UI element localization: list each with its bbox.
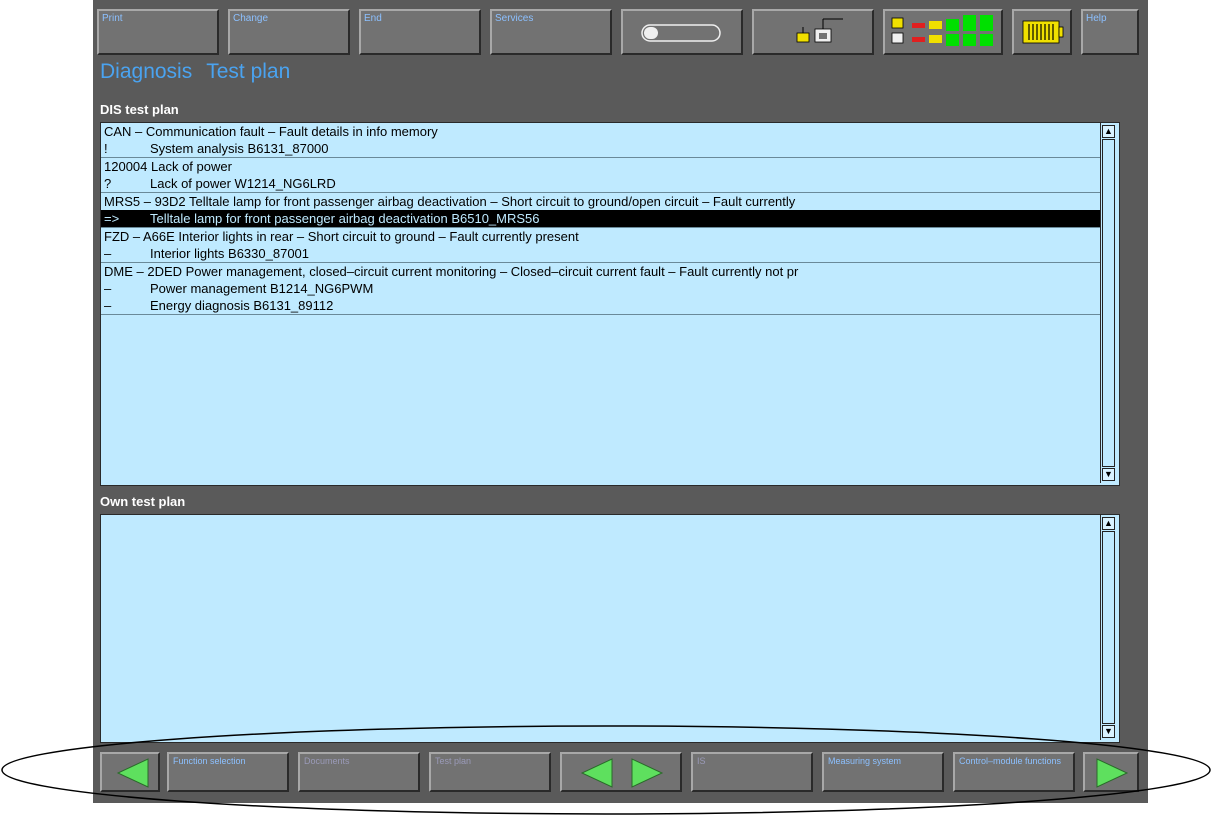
arrow-right-icon bbox=[1096, 758, 1129, 788]
end-button[interactable]: End bbox=[359, 9, 481, 55]
dis-test-plan-label: DIS test plan bbox=[100, 102, 179, 117]
scroll-thumb[interactable] bbox=[1102, 531, 1115, 724]
breadcrumb-page: Test plan bbox=[206, 60, 291, 83]
row-text: 120004 Lack of power bbox=[104, 159, 232, 174]
battery-status-indicator bbox=[621, 9, 743, 55]
own-test-plan-label: Own test plan bbox=[100, 494, 186, 509]
signal-status-indicator bbox=[883, 9, 1003, 55]
fault-group: CAN – Communication fault – Fault detail… bbox=[101, 123, 1101, 158]
fault-description[interactable]: FZD – A66E Interior lights in rear – Sho… bbox=[101, 228, 1101, 245]
test-module-row[interactable]: => Telltale lamp for front passenger airb… bbox=[101, 210, 1101, 227]
status-marker: – bbox=[104, 281, 112, 296]
row-text: Lack of power W1214_NG6LRD bbox=[150, 176, 336, 191]
test-module-row[interactable]: – Interior lights B6330_87001 bbox=[101, 245, 1101, 262]
fault-description[interactable]: DME – 2DED Power management, closed–circ… bbox=[101, 263, 1101, 280]
test-module-row[interactable]: – Power management B1214_NG6PWM bbox=[101, 280, 1101, 297]
fault-group: MRS5 – 93D2 Telltale lamp for front pass… bbox=[101, 193, 1101, 228]
status-marker: ? bbox=[104, 176, 112, 191]
fault-description[interactable]: 120004 Lack of power bbox=[101, 158, 1101, 175]
fault-group: FZD – A66E Interior lights in rear – Sho… bbox=[101, 228, 1101, 263]
row-text: DME – 2DED Power management, closed–circ… bbox=[104, 264, 799, 279]
signal-lights-icon bbox=[891, 15, 993, 46]
dis-scrollbar[interactable]: ▲ ▼ bbox=[1100, 123, 1117, 483]
own-scrollbar[interactable]: ▲ ▼ bbox=[1100, 515, 1117, 740]
fault-description[interactable]: CAN – Communication fault – Fault detail… bbox=[101, 123, 1101, 140]
row-text: System analysis B6131_87000 bbox=[150, 141, 329, 156]
scroll-up-icon[interactable]: ▲ bbox=[1102, 125, 1115, 138]
power-status-indicator bbox=[1012, 9, 1072, 55]
row-text: Telltale lamp for front passenger airbag… bbox=[150, 211, 540, 226]
is-button[interactable]: IS bbox=[691, 752, 813, 792]
back-button[interactable] bbox=[100, 752, 160, 792]
scroll-down-icon[interactable]: ▼ bbox=[1102, 725, 1115, 738]
test-module-row[interactable]: – Energy diagnosis B6131_89112 bbox=[101, 297, 1101, 314]
status-marker: – bbox=[104, 246, 112, 261]
documents-button[interactable]: Documents bbox=[298, 752, 420, 792]
measuring-system-button[interactable]: Measuring system bbox=[822, 752, 944, 792]
connection-status-indicator bbox=[752, 9, 874, 55]
row-text: FZD – A66E Interior lights in rear – Sho… bbox=[104, 229, 579, 244]
breadcrumb-section: Diagnosis bbox=[100, 60, 193, 83]
fault-description[interactable]: MRS5 – 93D2 Telltale lamp for front pass… bbox=[101, 193, 1101, 210]
scroll-up-icon[interactable]: ▲ bbox=[1102, 517, 1115, 530]
arrows-left-right-icon bbox=[580, 758, 664, 788]
help-button[interactable]: Help bbox=[1081, 9, 1139, 55]
row-text: MRS5 – 93D2 Telltale lamp for front pass… bbox=[104, 194, 796, 209]
charger-icon bbox=[1022, 20, 1064, 44]
forward-button[interactable] bbox=[1083, 752, 1139, 792]
page-title: Diagnosis Test plan bbox=[100, 60, 304, 84]
test-module-row[interactable]: ? Lack of power W1214_NG6LRD bbox=[101, 175, 1101, 192]
arrow-left-icon bbox=[116, 758, 149, 788]
print-button[interactable]: Print bbox=[97, 9, 219, 55]
row-text: Power management B1214_NG6PWM bbox=[150, 281, 374, 296]
scroll-down-icon[interactable]: ▼ bbox=[1102, 468, 1115, 481]
dis-test-plan-list[interactable]: CAN – Communication fault – Fault detail… bbox=[100, 122, 1120, 486]
row-text: Interior lights B6330_87001 bbox=[150, 246, 310, 261]
battery-icon bbox=[641, 24, 721, 42]
page-navigation-buttons[interactable] bbox=[560, 752, 682, 792]
status-marker: ! bbox=[104, 141, 108, 156]
own-test-plan-list[interactable]: ▲ ▼ bbox=[100, 514, 1120, 743]
status-marker: => bbox=[104, 211, 120, 226]
status-marker: – bbox=[104, 298, 112, 313]
test-plan-button[interactable]: Test plan bbox=[429, 752, 551, 792]
diagnosis-window: Print Change End Services Help Diagnosis… bbox=[93, 0, 1148, 803]
vehicle-connection-icon bbox=[796, 18, 843, 43]
fault-group: 120004 Lack of power? Lack of power W1214… bbox=[101, 158, 1101, 193]
scroll-thumb[interactable] bbox=[1102, 139, 1115, 467]
services-button[interactable]: Services bbox=[490, 9, 612, 55]
test-module-row[interactable]: ! System analysis B6131_87000 bbox=[101, 140, 1101, 157]
fault-group: DME – 2DED Power management, closed–circ… bbox=[101, 263, 1101, 315]
row-text: Energy diagnosis B6131_89112 bbox=[150, 298, 334, 313]
function-selection-button[interactable]: Function selection bbox=[167, 752, 289, 792]
change-button[interactable]: Change bbox=[228, 9, 350, 55]
control-module-functions-button[interactable]: Control–module functions bbox=[953, 752, 1075, 792]
row-text: CAN – Communication fault – Fault detail… bbox=[104, 124, 438, 139]
